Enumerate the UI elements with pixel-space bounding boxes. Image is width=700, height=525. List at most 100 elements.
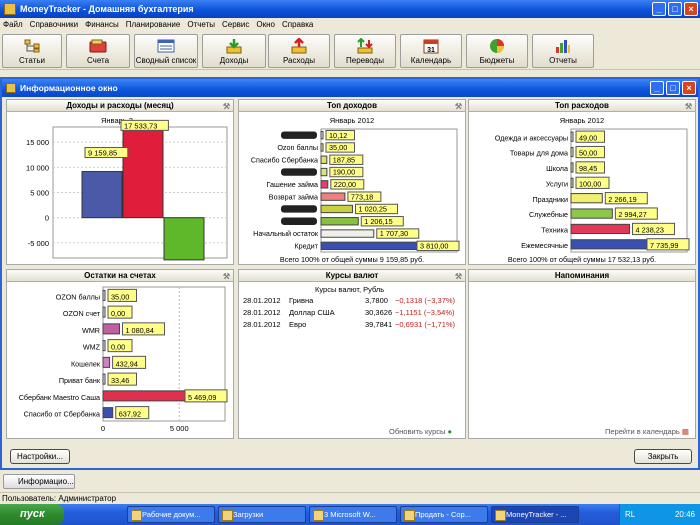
x-tick-label: 0	[101, 424, 105, 433]
menu-file[interactable]: Файл	[3, 20, 23, 29]
data-label: 100,00	[579, 179, 601, 188]
category-label: WMZ	[83, 343, 101, 352]
menu-finance[interactable]: Финансы	[85, 20, 119, 29]
toolbar-accounts-button[interactable]: Счета	[66, 34, 130, 68]
toolbar-reports-button[interactable]: Отчеты	[532, 34, 594, 68]
tools-icon[interactable]: ⚒	[223, 271, 230, 283]
close-window-button[interactable]: ×	[684, 2, 698, 16]
toolbar-income-button[interactable]: Доходы	[202, 34, 266, 68]
data-label: 1 206,15	[364, 217, 392, 226]
tools-icon[interactable]: ⚒	[685, 101, 692, 113]
toolbar-transfers-button[interactable]: Переводы	[334, 34, 396, 68]
category-label: OZON баллы	[56, 292, 100, 301]
top-income-chart: 10,12 Ozon баллы 35,00 Спасибо Сбербанка 187…	[251, 116, 460, 264]
top-expense-panel: Топ расходов ⚒ Одежда и аксессуары 49,00 То…	[468, 99, 696, 265]
toolbar-label: Расходы	[282, 56, 316, 65]
info-close-button[interactable]: ×	[682, 81, 696, 95]
data-label: 0,00	[111, 343, 125, 352]
y-tick-label: 5 000	[30, 189, 49, 198]
close-button[interactable]: Закрыть	[634, 449, 692, 464]
tools-icon[interactable]: ⚒	[455, 101, 462, 113]
category-label: Техника	[541, 226, 568, 235]
status-bar: Пользователь: Администратор	[0, 492, 700, 504]
category-label: Сбербанк Maestro Саша	[19, 393, 100, 402]
task-moneytracker[interactable]: MoneyTracker - ...	[491, 506, 579, 523]
currency-change: −1,1151 (−3,54%)	[395, 308, 455, 317]
panel-title: Топ расходов	[555, 101, 609, 110]
tools-icon[interactable]: ⚒	[223, 101, 230, 113]
reminders-panel: Напоминания Перейти в календарь ▦	[468, 269, 696, 439]
maximize-button[interactable]: □	[668, 2, 682, 16]
data-label: 2 994,27	[618, 210, 646, 219]
data-label: 187,85	[333, 155, 355, 164]
currency-rate: 3,7800	[365, 296, 388, 305]
toolbar-summary-button[interactable]: Сводный список	[134, 34, 198, 68]
info-maximize-button[interactable]: □	[666, 81, 680, 95]
minimized-info-window[interactable]: Информацио...	[3, 474, 75, 489]
minimize-button[interactable]: _	[652, 2, 666, 16]
chart-period: Январь 2012	[330, 116, 374, 125]
bar-2	[320, 155, 328, 164]
start-button[interactable]: пуск	[0, 504, 64, 525]
calendar-day: 31	[427, 47, 435, 54]
category-label: Спасибо от Сбербанка	[24, 410, 100, 419]
bar-3	[570, 177, 574, 188]
balances-chart: OZON баллы 35,00 OZON счет 0,00 WMR 1 080,84 W…	[19, 286, 228, 433]
panel-header: Топ доходов ⚒	[239, 100, 465, 112]
task-word[interactable]: 3 Microsoft W...	[309, 506, 397, 523]
toolbar-items-button[interactable]: Статьи	[2, 34, 62, 68]
panel-header: Доходы и расходы (месяц) ⚒	[7, 100, 233, 112]
bar-6	[320, 204, 354, 214]
bar-3	[320, 167, 328, 177]
refresh-rates-link[interactable]: Обновить курсы ●	[389, 427, 452, 436]
task-downloads[interactable]: Загрузки	[218, 506, 306, 523]
toolbar-calendar-button[interactable]: 31 Календарь	[400, 34, 462, 68]
data-label: 3 810,00	[420, 242, 448, 251]
toolbar-budgets-button[interactable]: Бюджеты	[466, 34, 528, 68]
y-tick-label: 15 000	[26, 138, 49, 147]
data-label: 0,00	[111, 309, 125, 318]
menu-directories[interactable]: Справочники	[30, 20, 78, 29]
toolbar-expense-button[interactable]: Расходы	[268, 34, 330, 68]
expense-arrow-icon	[290, 38, 308, 54]
minimized-window-label: Информацио...	[18, 477, 74, 486]
tools-icon[interactable]: ⚒	[455, 271, 462, 283]
go-to-calendar-link[interactable]: Перейти в календарь ▦	[605, 427, 689, 436]
info-minimize-button[interactable]: _	[650, 81, 664, 95]
menu-service[interactable]: Сервис	[222, 20, 249, 29]
category-label: Кошелек	[71, 359, 101, 368]
pie-chart-icon	[488, 38, 506, 54]
calendar-small-icon: ▦	[681, 427, 689, 436]
bar-1	[570, 146, 574, 158]
settings-button[interactable]: Настройки...	[10, 449, 70, 464]
category-label: Кредит	[294, 242, 318, 251]
category-label: Ежемесячные	[521, 241, 568, 250]
menu-planning[interactable]: Планирование	[126, 20, 181, 29]
balances-panel: Остатки на счетах ⚒ OZON баллы 35,00 OZON с…	[6, 269, 234, 439]
panel-header: Курсы валют ⚒	[239, 270, 465, 282]
category-label: Приват банк	[59, 376, 101, 385]
data-label: 17 533,73	[124, 121, 157, 130]
chart-period: Январь 2012	[560, 116, 604, 125]
category-label: Праздники	[532, 195, 568, 204]
category-label: Служебные	[529, 210, 568, 219]
menu-help[interactable]: Справка	[282, 20, 313, 29]
menu-bar: Файл Справочники Финансы Планирование От…	[0, 18, 700, 31]
currency-change: −0,1318 (−3,37%)	[395, 296, 456, 305]
panel-title: Топ доходов	[326, 101, 377, 110]
category-label: Спасибо Сбербанка	[251, 155, 318, 164]
y-tick-label: -5 000	[28, 239, 49, 248]
task-documents[interactable]: Рабочие докум...	[127, 506, 215, 523]
task-browser[interactable]: Продать - Сор...	[400, 506, 488, 523]
wallet-icon	[89, 38, 107, 54]
toolbar-label: Счета	[86, 56, 110, 65]
data-label: 1 020,25	[359, 205, 387, 214]
language-indicator[interactable]: RL	[625, 510, 635, 519]
panel-header: Напоминания	[469, 270, 695, 282]
redacted-label	[281, 217, 317, 225]
menu-window[interactable]: Окно	[256, 20, 275, 29]
menu-reports[interactable]: Отчеты	[187, 20, 215, 29]
currency-date: 28.01.2012	[243, 308, 281, 317]
currency-name: Евро	[289, 320, 307, 329]
currency-rate: 39,7841	[365, 320, 393, 329]
